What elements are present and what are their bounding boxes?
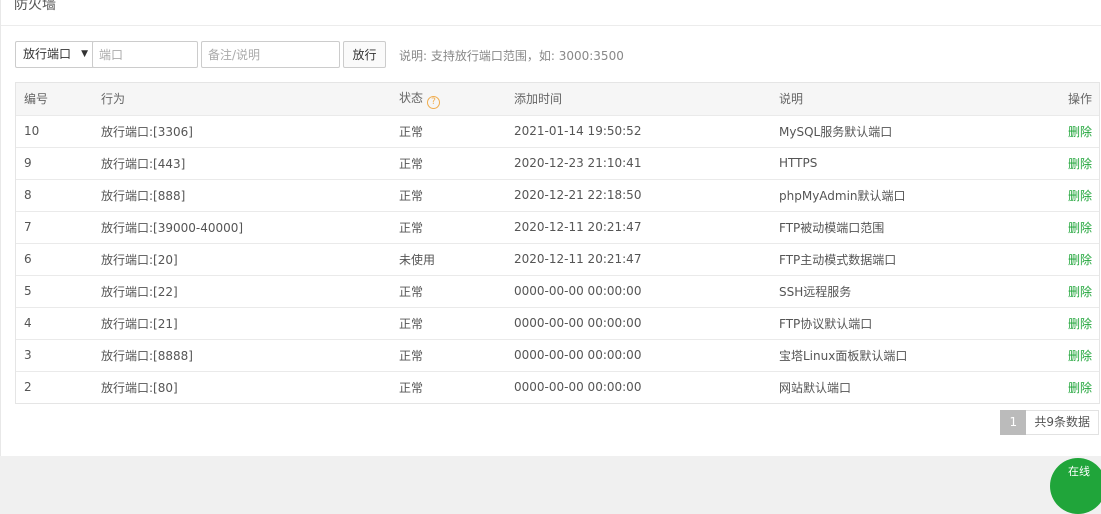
- cell-time: 2020-12-11 20:21:47: [514, 220, 642, 234]
- cell-time: 0000-00-00 00:00:00: [514, 348, 642, 362]
- header-id: 编号: [24, 92, 49, 107]
- hint-text: 说明: 支持放行端口范围，如: 3000:3500: [399, 49, 624, 63]
- delete-link[interactable]: 删除: [1068, 157, 1092, 171]
- delete-link[interactable]: 删除: [1068, 253, 1092, 267]
- delete-link[interactable]: 删除: [1068, 221, 1092, 235]
- firewall-table: 编号 行为 状态? 添加时间 说明 操作 10 放行端口:[3306] 正常 2021…: [15, 82, 1100, 404]
- port-input[interactable]: [92, 41, 198, 68]
- cell-op: 删除: [1022, 339, 1099, 371]
- delete-link[interactable]: 删除: [1068, 285, 1092, 299]
- cell-id: 4: [24, 316, 32, 330]
- caret-down-icon: ▼: [81, 49, 88, 59]
- cell-action: 放行端口:[80]: [101, 380, 178, 395]
- cell-desc: FTP主动模式数据端口: [779, 252, 897, 267]
- table-row: 6 放行端口:[20] 未使用 2020-12-11 20:21:47 FTP主动模式数…: [16, 243, 1099, 275]
- cell-op: 删除: [1022, 115, 1099, 147]
- cell-action: 放行端口:[888]: [101, 188, 186, 203]
- cell-time: 2020-12-21 22:18:50: [514, 188, 642, 202]
- cell-status: 正常: [399, 188, 424, 203]
- table-row: 3 放行端口:[8888] 正常 0000-00-00 00:00:00 宝塔Linux…: [16, 339, 1099, 371]
- cell-status: 正常: [399, 220, 424, 235]
- cell-action: 放行端口:[443]: [101, 156, 186, 171]
- page-total: 共9条数据: [1026, 410, 1099, 435]
- allow-port-button[interactable]: 放行: [343, 41, 386, 68]
- table-row: 5 放行端口:[22] 正常 0000-00-00 00:00:00 SSH远程服务 删除: [16, 275, 1099, 307]
- delete-link[interactable]: 删除: [1068, 349, 1092, 363]
- cell-op: 删除: [1022, 147, 1099, 179]
- rule-type-select[interactable]: 放行端口 ▼: [15, 41, 94, 68]
- cell-action: 放行端口:[22]: [101, 284, 178, 299]
- rule-type-value: 放行端口: [23, 47, 72, 61]
- table-row: 9 放行端口:[443] 正常 2020-12-23 21:10:41 HTTPS 删除: [16, 147, 1099, 179]
- cell-time: 2020-12-11 20:21:47: [514, 252, 642, 266]
- cell-id: 6: [24, 252, 32, 266]
- table-row: 4 放行端口:[21] 正常 0000-00-00 00:00:00 FTP协议默认端口…: [16, 307, 1099, 339]
- cell-id: 3: [24, 348, 32, 362]
- header-status: 状态?: [399, 83, 514, 115]
- cell-time: 2020-12-23 21:10:41: [514, 156, 642, 170]
- cell-desc: phpMyAdmin默认端口: [779, 188, 906, 203]
- table-header-row: 编号 行为 状态? 添加时间 说明 操作: [16, 83, 1099, 115]
- cell-action: 放行端口:[21]: [101, 316, 178, 331]
- cell-time: 0000-00-00 00:00:00: [514, 316, 642, 330]
- online-service-button[interactable]: 在线: [1050, 458, 1101, 514]
- header-status-label: 状态: [399, 90, 424, 105]
- cell-action: 放行端口:[3306]: [101, 124, 193, 139]
- cell-time: 0000-00-00 00:00:00: [514, 380, 642, 395]
- cell-op: 删除: [1022, 275, 1099, 307]
- cell-op: 删除: [1022, 243, 1099, 275]
- cell-op: 删除: [1022, 371, 1099, 403]
- table-row: 7 放行端口:[39000-40000] 正常 2020-12-11 20:21:47…: [16, 211, 1099, 243]
- cell-time: 0000-00-00 00:00:00: [514, 284, 642, 298]
- cell-op: 删除: [1022, 179, 1099, 211]
- cell-id: 9: [24, 156, 32, 170]
- cell-time: 2021-01-14 19:50:52: [514, 124, 642, 138]
- delete-link[interactable]: 删除: [1068, 317, 1092, 331]
- header-action: 行为: [101, 92, 126, 107]
- cell-desc: 网站默认端口: [779, 380, 852, 395]
- page-current[interactable]: 1: [1000, 410, 1027, 435]
- cell-action: 放行端口:[20]: [101, 252, 178, 267]
- cell-id: 8: [24, 188, 32, 202]
- firewall-panel: 防火墙 放行端口 ▼ 放行 说明: 支持放行端口范围，如: 3000:3500 …: [0, 0, 1101, 456]
- title-divider: [1, 25, 1101, 26]
- cell-status: 正常: [399, 316, 424, 331]
- cell-op: 删除: [1022, 307, 1099, 339]
- cell-action: 放行端口:[39000-40000]: [101, 220, 244, 235]
- question-circle-icon[interactable]: ?: [427, 95, 441, 109]
- cell-id: 2: [24, 380, 32, 395]
- cell-id: 10: [24, 124, 40, 138]
- table-row: 2 放行端口:[80] 正常 0000-00-00 00:00:00 网站默认端口 删除: [16, 371, 1099, 403]
- cell-id: 5: [24, 284, 32, 298]
- cell-op: 删除: [1022, 211, 1099, 243]
- delete-link[interactable]: 删除: [1068, 189, 1092, 203]
- cell-desc: 宝塔Linux面板默认端口: [779, 348, 908, 363]
- cell-desc: FTP协议默认端口: [779, 316, 873, 331]
- cell-status: 正常: [399, 124, 424, 139]
- header-time: 添加时间: [514, 92, 563, 107]
- cell-status: 正常: [399, 380, 424, 395]
- panel-title: 防火墙: [14, 0, 56, 13]
- table-row: 10 放行端口:[3306] 正常 2021-01-14 19:50:52 MySQL服…: [16, 115, 1099, 147]
- cell-status: 正常: [399, 348, 424, 363]
- cell-id: 7: [24, 220, 32, 234]
- table-row: 8 放行端口:[888] 正常 2020-12-21 22:18:50 phpMyAdm…: [16, 179, 1099, 211]
- cell-desc: MySQL服务默认端口: [779, 124, 893, 139]
- remark-input[interactable]: [201, 41, 340, 68]
- cell-status: 正常: [399, 156, 424, 171]
- delete-link[interactable]: 删除: [1068, 125, 1092, 139]
- cell-status: 正常: [399, 284, 424, 299]
- delete-link[interactable]: 删除: [1068, 381, 1092, 395]
- header-desc: 说明: [779, 92, 804, 107]
- cell-desc: SSH远程服务: [779, 284, 852, 299]
- pagination: 1 共9条数据: [1000, 410, 1099, 435]
- cell-status: 未使用: [399, 252, 436, 267]
- cell-desc: HTTPS: [779, 156, 818, 170]
- header-op: 操作: [1067, 92, 1092, 107]
- cell-desc: FTP被动模端口范围: [779, 220, 885, 235]
- cell-action: 放行端口:[8888]: [101, 348, 193, 363]
